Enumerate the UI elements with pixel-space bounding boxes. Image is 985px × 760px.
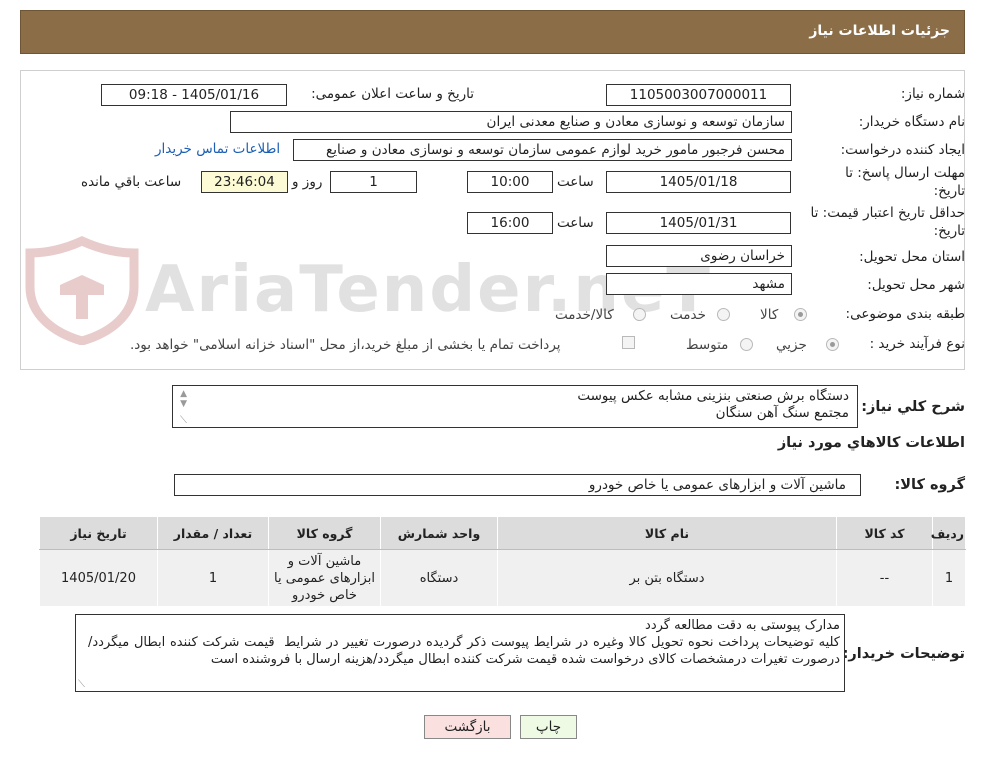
validity-label-line2: تاریخ: [933, 223, 965, 239]
summary-textarea[interactable]: دستگاه برش صنعتی بنزینی مشابه عکس پیوست … [172, 385, 858, 428]
validity-time-label: ساعت [557, 215, 594, 231]
cell-need-date: 1405/01/20 [39, 549, 158, 607]
summary-line-2: مجتمع سنگ آهن سنگان [715, 405, 849, 421]
col-item-group: گروه کالا [268, 516, 381, 550]
cell-quantity: 1 [157, 549, 269, 607]
category-radio-goods-service[interactable] [633, 308, 646, 321]
process-option-minor: جزیي [776, 337, 807, 353]
announce-label: تاریخ و ساعت اعلان عمومی: [311, 86, 474, 102]
treasury-payment-checkbox[interactable] [622, 336, 635, 349]
process-label: نوع فرآیند خرید : [869, 336, 965, 352]
days-label: روز و [292, 174, 323, 190]
col-unit: واحد شمارش [380, 516, 498, 550]
summary-label: شرح کلي نیاز: [861, 399, 965, 415]
cell-item-code: -- [836, 549, 933, 607]
buyer-notes-textarea[interactable]: مدارک پیوستی به دقت مطالعه گردد کلیه توض… [75, 614, 845, 692]
requester-field: محسن فرجبور مامور خرید لوازم عمومی سازما… [293, 139, 792, 161]
requester-label: ایجاد کننده درخواست: [840, 142, 965, 158]
category-option-goods: کالا [760, 307, 779, 323]
goods-group-label: گروه کالا: [894, 477, 965, 493]
category-radio-service[interactable] [717, 308, 730, 321]
col-need-date: تاریخ نیاز [39, 516, 158, 550]
need-number-label: شماره نیاز: [900, 86, 965, 102]
city-field: مشهد [606, 273, 792, 295]
goods-section-title: اطلاعات کالاهاي مورد نیاز [777, 435, 965, 451]
city-label: شهر محل تحویل: [867, 277, 965, 293]
col-item-name: نام کالا [497, 516, 837, 550]
cell-row-number: 1 [932, 549, 966, 607]
cell-unit: دستگاه [380, 549, 498, 607]
province-field: خراسان رضوی [606, 245, 792, 267]
validity-time-field: 16:00 [467, 212, 553, 234]
province-label: استان محل تحویل: [859, 249, 965, 265]
buyer-org-field: سازمان توسعه و نوسازی معادن و صنایع معدن… [230, 111, 792, 133]
buyer-notes-label: توضیحات خریدار: [842, 646, 965, 662]
page-header: جزئیات اطلاعات نیاز [20, 10, 965, 54]
notes-resize-handle-icon[interactable]: ⟋ [78, 679, 85, 690]
deadline-time-label: ساعت [557, 174, 594, 190]
deadline-date-field: 1405/01/18 [606, 171, 791, 193]
remaining-label: ساعت باقي مانده [81, 174, 182, 190]
days-field: 1 [330, 171, 417, 193]
treasury-payment-note: پرداخت تمام یا بخشی از مبلغ خرید،از محل … [130, 337, 561, 353]
table-row: 1 -- دستگاه بتن بر دستگاه ماشین آلات و ا… [39, 549, 966, 607]
cell-item-group: ماشین آلات و ابزارهای عمومی یا خاص خودرو [268, 549, 381, 607]
process-option-medium: متوسط [686, 337, 729, 353]
deadline-label-line1: مهلت ارسال پاسخ: تا [845, 165, 965, 181]
goods-group-field: ماشین آلات و ابزارهای عمومی یا خاص خودرو [174, 474, 861, 496]
validity-date-field: 1405/01/31 [606, 212, 791, 234]
deadline-time-field: 10:00 [467, 171, 553, 193]
validity-label-line1: حداقل تاریخ اعتبار قیمت: تا [810, 205, 965, 221]
buyer-contact-link[interactable]: اطلاعات تماس خریدار [155, 141, 280, 157]
scroll-down-icon[interactable]: ▼ [177, 399, 187, 409]
category-label: طبقه بندی موضوعی: [845, 306, 965, 322]
remaining-time-field: 23:46:04 [201, 171, 288, 193]
buyer-org-label: نام دستگاه خریدار: [858, 114, 965, 130]
cell-item-name: دستگاه بتن بر [497, 549, 837, 607]
items-table: ردیف کد کالا نام کالا واحد شمارش گروه کا… [39, 516, 966, 607]
category-radio-goods[interactable] [794, 308, 807, 321]
page-title: جزئیات اطلاعات نیاز [809, 23, 950, 39]
process-radio-minor[interactable] [826, 338, 839, 351]
col-row-number: ردیف [931, 516, 966, 550]
category-option-goods-service: کالا/خدمت [555, 307, 614, 323]
summary-line-1: دستگاه برش صنعتی بنزینی مشابه عکس پیوست [577, 388, 849, 404]
process-radio-medium[interactable] [740, 338, 753, 351]
scroll-up-icon[interactable]: ▲ [177, 389, 187, 399]
table-header-row: ردیف کد کالا نام کالا واحد شمارش گروه کا… [39, 516, 966, 550]
back-button[interactable]: بازگشت [424, 715, 511, 739]
print-button[interactable]: چاپ [520, 715, 577, 739]
col-item-code: کد کالا [836, 516, 933, 550]
deadline-label-line2: تاریخ: [933, 183, 965, 199]
announce-field: 1405/01/16 - 09:18 [101, 84, 287, 106]
need-number-field: 1105003007000011 [606, 84, 791, 106]
col-quantity: تعداد / مقدار [157, 516, 269, 550]
category-option-service: خدمت [670, 307, 706, 323]
resize-handle-icon[interactable]: ⟋ [177, 416, 187, 426]
